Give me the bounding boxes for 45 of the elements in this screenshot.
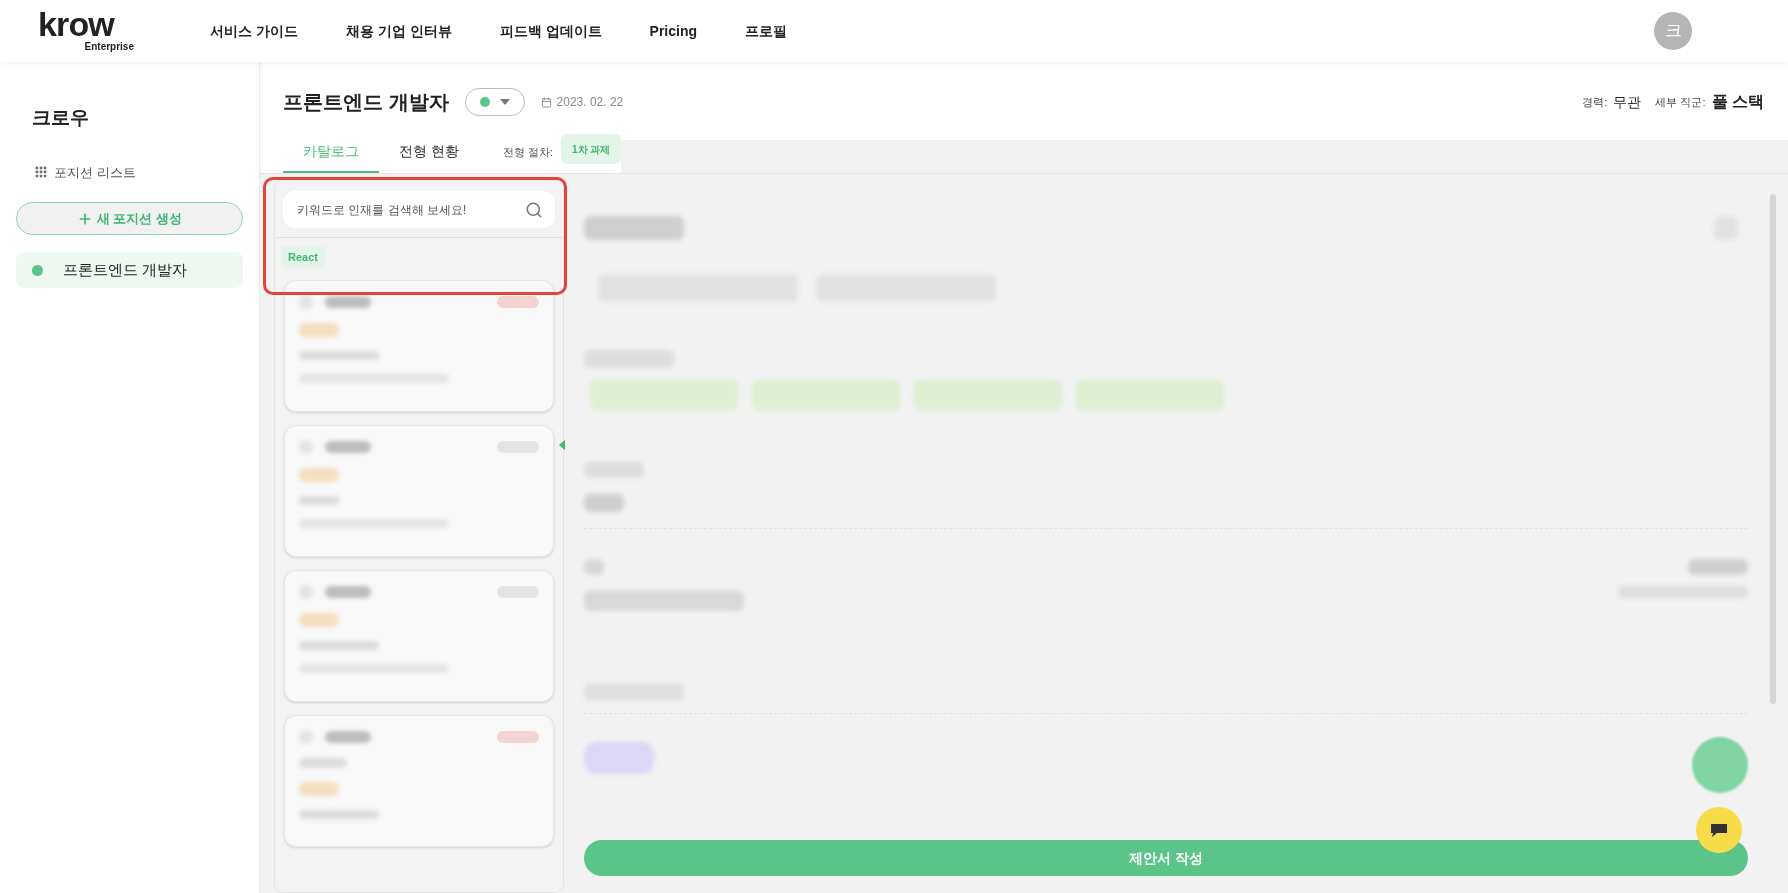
chat-icon	[1709, 822, 1729, 838]
nav-link[interactable]: 피드백 업데이트	[499, 20, 602, 42]
blurred-text	[325, 441, 371, 453]
date-text: 2023. 02. 22	[556, 94, 624, 111]
calendar-icon	[540, 96, 552, 108]
candidate-card[interactable]	[284, 280, 554, 412]
position-list-link[interactable]: 포지션 리스트	[34, 162, 243, 182]
logo-subtitle: Enterprise	[84, 41, 134, 53]
blurred-text	[299, 323, 339, 337]
logo[interactable]: krow	[38, 9, 114, 39]
role-label: 세부 직군:	[1655, 94, 1706, 110]
blurred-text	[299, 295, 313, 309]
nav-link[interactable]: 프로필	[745, 20, 788, 42]
tab[interactable]: 전형 현황	[379, 131, 479, 173]
nav-link[interactable]: Pricing	[649, 20, 698, 42]
role-value: 풀 스택	[1711, 92, 1764, 112]
position-title: 프론트엔드 개발자	[283, 90, 449, 115]
search-icon	[525, 201, 543, 219]
search-field[interactable]: 키워드로 인재를 검색해 보세요!	[283, 191, 555, 228]
floating-button[interactable]	[1692, 737, 1748, 793]
blurred-text	[299, 758, 347, 768]
position-label: 프론트엔드 개발자	[63, 259, 188, 280]
blurred-text	[325, 586, 371, 598]
blurred-text	[1688, 559, 1748, 575]
blurred-text	[584, 494, 624, 512]
sidebar-title: 크로우	[32, 106, 90, 130]
blurred-text	[299, 496, 339, 505]
blurred-text	[584, 559, 604, 575]
stage-badge: 1차 과제	[561, 134, 622, 164]
blurred-text	[299, 782, 339, 796]
nav-link[interactable]: 채용 기업 인터뷰	[345, 20, 452, 42]
experience-value: 무관	[1613, 92, 1642, 112]
position-item[interactable]: 프론트엔드 개발자	[16, 252, 243, 288]
blurred-text	[584, 742, 654, 774]
experience-label: 경력:	[1582, 94, 1608, 110]
stage-label: 전형 절차:	[502, 144, 553, 160]
blurred-text	[299, 468, 339, 482]
blurred-text	[299, 613, 339, 627]
pointer-icon	[559, 440, 565, 450]
blurred-text	[325, 296, 371, 308]
caret-icon	[499, 99, 510, 105]
chat-button[interactable]	[1696, 807, 1742, 853]
nav-link[interactable]: 서비스 가이드	[210, 20, 298, 42]
grid-icon	[34, 165, 48, 180]
blurred-text	[325, 731, 371, 743]
